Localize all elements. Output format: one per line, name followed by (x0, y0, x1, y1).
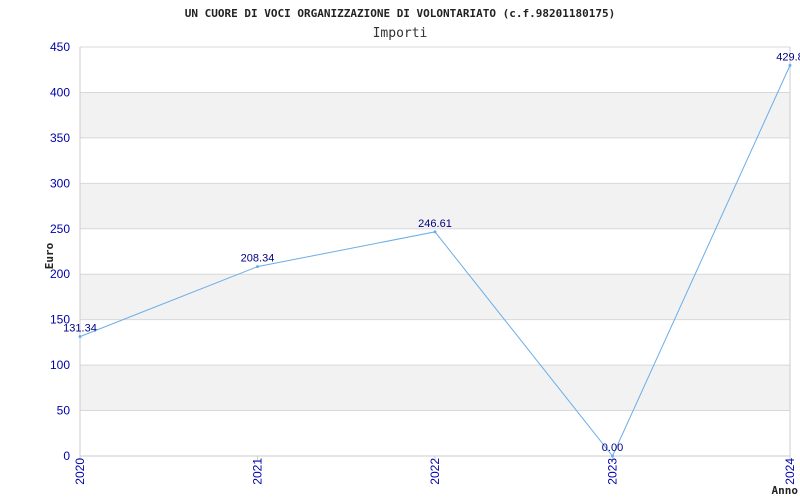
y-tick-label: 450 (50, 40, 70, 54)
data-point (78, 335, 82, 339)
data-point (788, 63, 792, 67)
data-label: 429.8 (776, 51, 800, 63)
data-point (611, 454, 614, 458)
chart-subtitle: Importi (373, 26, 428, 41)
plot-bands (80, 92, 790, 411)
data-point (256, 265, 259, 269)
grid-band (80, 365, 790, 411)
y-tick-label: 350 (50, 131, 70, 145)
data-point (433, 230, 437, 234)
x-tick-label: 2021 (251, 458, 265, 485)
data-label: 246.61 (418, 218, 452, 230)
y-tick-label: 50 (57, 404, 71, 418)
grid-band (80, 92, 790, 138)
y-tick-label: 400 (50, 85, 70, 99)
x-tick-labels: 2020 2021 2022 2023 2024 (73, 458, 797, 485)
x-tick-label: 2022 (428, 458, 442, 485)
x-tick-label: 2020 (73, 458, 87, 485)
y-tick-label: 100 (50, 358, 70, 372)
grid-band (80, 274, 790, 320)
data-label: 208.34 (241, 253, 275, 265)
y-tick-label: 0 (63, 449, 70, 463)
y-tick-label: 250 (50, 222, 70, 236)
y-axis-title: Euro (43, 242, 56, 269)
x-tick-label: 2024 (783, 458, 797, 485)
x-axis-title: Anno (772, 484, 799, 497)
data-label: 131.34 (63, 323, 97, 335)
line-chart: UN CUORE DI VOCI ORGANIZZAZIONE DI VOLON… (43, 7, 800, 497)
data-label: 0.00 (602, 442, 623, 454)
x-tick-label: 2023 (606, 458, 620, 485)
y-tick-label: 300 (50, 176, 70, 190)
chart-title: UN CUORE DI VOCI ORGANIZZAZIONE DI VOLON… (185, 7, 615, 20)
